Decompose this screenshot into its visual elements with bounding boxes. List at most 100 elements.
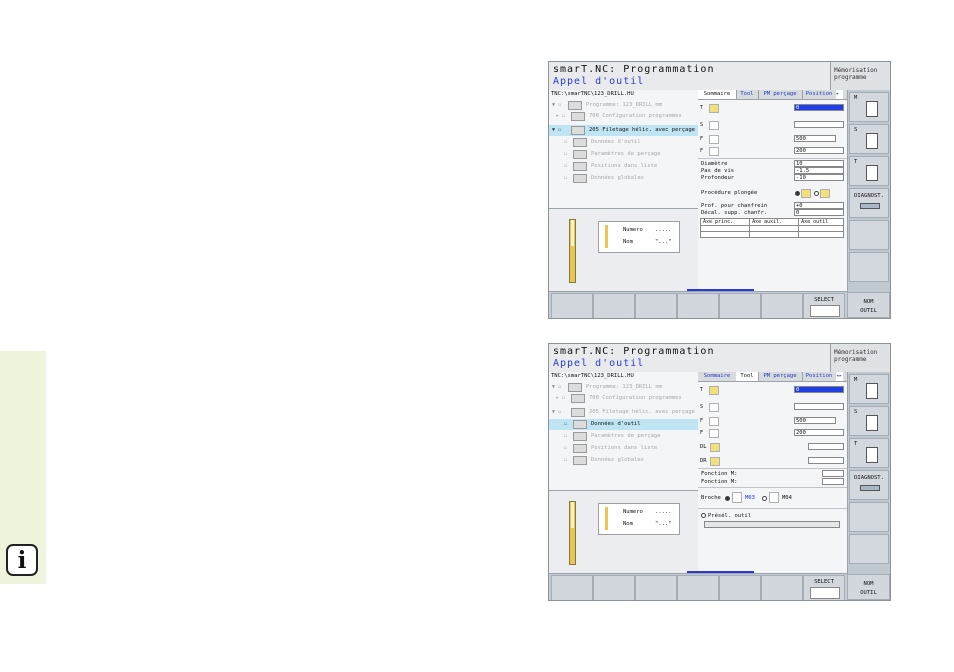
divider <box>698 508 847 509</box>
tree-item-positions[interactable]: ☐ Positions dans liste <box>549 443 698 454</box>
pitch-field[interactable]: -1.5 <box>794 167 844 174</box>
diagnostics-button[interactable]: DIAGNOST. <box>849 188 889 218</box>
axes-cell[interactable] <box>749 231 800 238</box>
tree-item-config[interactable]: ▸ ☐ 700 Configuration programmes <box>549 393 698 404</box>
row-depth: Profondeur -10 <box>700 174 845 182</box>
program-icon <box>568 383 582 392</box>
softkey-4[interactable] <box>677 575 719 600</box>
softkey-3[interactable] <box>635 575 677 600</box>
tab-sommaire[interactable]: Sommaire <box>698 90 737 99</box>
tool-change-button[interactable]: T <box>849 156 889 186</box>
tool-number-icon <box>709 104 719 113</box>
preselect-tool-field[interactable] <box>704 521 840 528</box>
mem-label-1: Mémorisation <box>834 349 878 356</box>
nom-outil-softkey[interactable]: NOM OUTIL <box>847 292 890 318</box>
tree-item-program[interactable]: ▼ ☐ Programme: 123_DRILL mm <box>549 382 698 393</box>
softkey-1[interactable] <box>551 293 593 318</box>
axes-cell[interactable] <box>699 231 751 238</box>
depth-field[interactable]: -10 <box>794 174 844 181</box>
axes-cell[interactable] <box>798 231 844 238</box>
m-function-field-2[interactable] <box>822 478 844 485</box>
empty-vertical-softkey[interactable] <box>849 534 889 564</box>
tree-item-cycle-205[interactable]: ▼ ☐ 205 Filetage hélic. avec perçage <box>549 125 698 136</box>
diagnostics-button[interactable]: DIAGNOST. <box>849 470 889 500</box>
select-softkey[interactable]: SELECT <box>803 293 845 318</box>
tab-tool[interactable]: Tool <box>736 372 759 381</box>
spindle-button[interactable]: S <box>849 406 889 436</box>
delta-radius-field[interactable] <box>808 457 844 464</box>
m04-radio[interactable] <box>762 496 767 501</box>
procedure-radio-1[interactable] <box>795 191 800 196</box>
delta-length-field[interactable] <box>808 443 844 450</box>
softkey-3[interactable] <box>635 293 677 318</box>
softkey-2[interactable] <box>593 293 635 318</box>
preselect-checkbox[interactable] <box>701 513 706 518</box>
title-bar: smarT.NC: Programmation Appel d'outil Mé… <box>549 62 890 91</box>
spindle-button-icon <box>866 415 878 431</box>
m-function-button[interactable]: M <box>849 92 889 122</box>
tab-position[interactable]: Position <box>802 372 837 381</box>
tab-scroll-arrow[interactable]: ▸ <box>836 90 843 99</box>
chamfer-depth-field[interactable]: +0 <box>794 202 844 209</box>
tree-item-drill-params[interactable]: ☐ Paramètres de perçage <box>549 149 698 160</box>
softkey-1[interactable] <box>551 575 593 600</box>
drill-tool-icon <box>569 501 576 565</box>
tab-tool[interactable]: Tool <box>736 90 759 99</box>
softkey-5[interactable] <box>719 293 761 318</box>
spindle-speed-field[interactable] <box>794 403 844 410</box>
tree-item-cycle-205[interactable]: ▼ ☐ 205 Filetage hélic. avec perçage <box>549 407 698 418</box>
spindle-button[interactable]: S <box>849 124 889 154</box>
positions-icon <box>573 162 587 171</box>
mem-label-2: programme <box>834 74 867 81</box>
softkey-5[interactable] <box>719 575 761 600</box>
softkey-6[interactable] <box>761 575 803 600</box>
softkey-4[interactable] <box>677 293 719 318</box>
row-m-function-2: Fonction M: <box>700 478 845 486</box>
row-delta-length: DL <box>700 443 845 452</box>
tab-scroll-arrow[interactable]: ◂▸ <box>836 372 843 381</box>
softkey-6[interactable] <box>761 293 803 318</box>
empty-vertical-softkey[interactable] <box>849 220 889 250</box>
tree-item-tool-data[interactable]: ☐ Données d'outil <box>549 419 698 430</box>
tab-sommaire[interactable]: Sommaire <box>698 372 737 381</box>
spindle-speed-field[interactable] <box>794 121 844 128</box>
cycle-icon <box>571 126 585 135</box>
tab-pm-percage[interactable]: PM perçage <box>758 90 803 99</box>
tree-item-config[interactable]: ▸ ☐ 700 Configuration programmes <box>549 111 698 122</box>
row-spindle: S <box>700 403 845 412</box>
feed-field-1[interactable]: 500 <box>794 135 836 142</box>
tree-item-drill-params[interactable]: ☐ Paramètres de perçage <box>549 431 698 442</box>
m-function-field-1[interactable] <box>822 470 844 477</box>
nom-outil-softkey[interactable]: NOM OUTIL <box>847 574 890 600</box>
row-feed-2: F 200 <box>700 429 845 438</box>
select-softkey[interactable]: SELECT <box>803 575 845 600</box>
axes-header-tool: Axe outil <box>798 218 844 226</box>
procedure-radio-2[interactable] <box>814 191 819 196</box>
tab-pm-percage[interactable]: PM perçage <box>758 372 803 381</box>
feed-field-2[interactable]: 200 <box>794 429 844 436</box>
tree-item-program[interactable]: ▼ ☐ Programme: 123_DRILL mm <box>549 100 698 111</box>
drill-params-icon <box>573 150 587 159</box>
app-title: smarT.NC: Programmation <box>553 346 715 357</box>
softkey-2[interactable] <box>593 575 635 600</box>
tree-item-tool-data[interactable]: ☐ Données d'outil <box>549 137 698 148</box>
feed-field-2[interactable]: 200 <box>794 147 844 154</box>
program-memory-box: Mémorisation programme <box>830 62 890 90</box>
empty-vertical-softkey[interactable] <box>849 502 889 532</box>
feed-field-1[interactable]: 500 <box>794 417 836 424</box>
tool-number-field[interactable]: 0 <box>794 386 844 393</box>
m03-radio[interactable] <box>725 496 730 501</box>
program-icon <box>568 101 582 110</box>
m-function-button[interactable]: M <box>849 374 889 404</box>
diameter-field[interactable]: 10 <box>794 160 844 167</box>
feed-vertical-icon <box>709 429 719 438</box>
tree-item-global-data[interactable]: ☐ Données globales <box>549 455 698 466</box>
tool-number-icon <box>709 386 719 395</box>
tool-number-field[interactable]: 0 <box>794 104 844 111</box>
empty-vertical-softkey[interactable] <box>849 252 889 282</box>
tool-change-button[interactable]: T <box>849 438 889 468</box>
tree-item-global-data[interactable]: ☐ Données globales <box>549 173 698 184</box>
tab-position[interactable]: Position <box>802 90 837 99</box>
tree-item-positions[interactable]: ☐ Positions dans liste <box>549 161 698 172</box>
chamfer-offset-field[interactable]: 0 <box>794 209 844 216</box>
